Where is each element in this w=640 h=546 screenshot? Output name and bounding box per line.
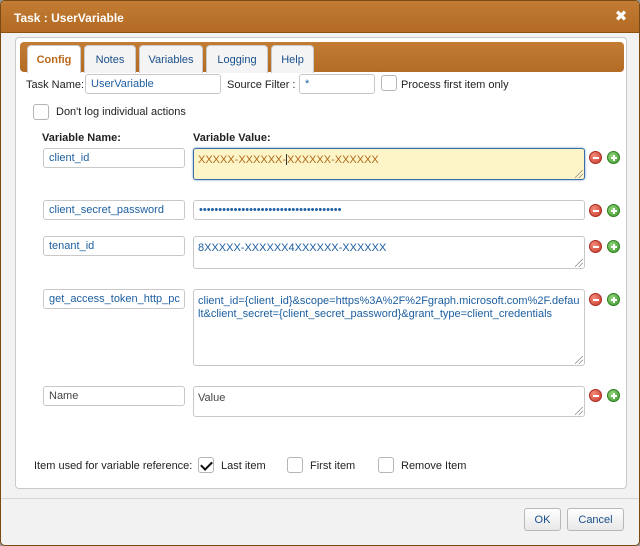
process-first-checkbox[interactable] bbox=[381, 75, 397, 91]
dialog-titlebar[interactable]: Task : UserVariable ✖ bbox=[1, 1, 639, 33]
last-item-checkbox[interactable] bbox=[198, 457, 214, 473]
cancel-button[interactable]: Cancel bbox=[567, 508, 624, 531]
tab-logging[interactable]: Logging bbox=[206, 45, 268, 73]
close-icon[interactable]: ✖ bbox=[613, 7, 629, 25]
resize-grip-icon[interactable] bbox=[575, 259, 583, 267]
add-variable-icon[interactable] bbox=[607, 389, 620, 402]
add-variable-icon[interactable] bbox=[607, 204, 620, 217]
new-variable-name-input[interactable]: Name bbox=[43, 386, 185, 406]
remove-variable-icon[interactable] bbox=[589, 389, 602, 402]
tab-config[interactable]: Config bbox=[27, 45, 81, 73]
source-filter-label: Source Filter : bbox=[227, 79, 296, 91]
variable-value-text: XXXXXX-XXXXXX bbox=[287, 154, 379, 166]
remove-item-checkbox[interactable] bbox=[378, 457, 394, 473]
variable-name-header: Variable Name: bbox=[42, 132, 121, 144]
config-panel: Config Notes Variables Logging Help Task… bbox=[15, 37, 627, 489]
tab-help[interactable]: Help bbox=[271, 45, 314, 73]
variable-value-input[interactable]: client_id={client_id}&scope=https%3A%2F%… bbox=[193, 289, 585, 366]
dialog-title: Task : UserVariable bbox=[14, 11, 124, 25]
remove-variable-icon[interactable] bbox=[589, 293, 602, 306]
tab-strip: Config Notes Variables Logging Help bbox=[20, 42, 624, 73]
reference-label: Item used for variable reference: bbox=[34, 460, 193, 472]
variable-value-text: XXXXX-XXXXXX- bbox=[198, 154, 287, 166]
first-item-label: First item bbox=[310, 460, 356, 472]
variable-name-input[interactable]: tenant_id bbox=[43, 236, 185, 256]
remove-variable-icon[interactable] bbox=[589, 240, 602, 253]
resize-grip-icon[interactable] bbox=[575, 407, 583, 415]
new-variable-value-input[interactable]: Value bbox=[193, 386, 585, 417]
password-value-input[interactable]: ••••••••••••••••••••••••••••••••••••• bbox=[193, 200, 585, 220]
footer-divider bbox=[1, 498, 639, 499]
ok-button[interactable]: OK bbox=[524, 508, 561, 531]
dont-log-checkbox[interactable] bbox=[33, 104, 49, 120]
task-dialog: Task : UserVariable ✖ Config Notes Varia… bbox=[0, 0, 640, 546]
variable-value-input[interactable]: 8XXXXX-XXXXXX4XXXXXX-XXXXXX bbox=[193, 236, 585, 269]
variable-value-header: Variable Value: bbox=[193, 132, 271, 144]
last-item-label: Last item bbox=[221, 460, 266, 472]
variable-value-text: client_id={client_id}&scope=https%3A%2F%… bbox=[198, 295, 580, 320]
resize-grip-icon[interactable] bbox=[575, 356, 583, 364]
variable-value-text: 8XXXXX-XXXXXX4XXXXXX-XXXXXX bbox=[198, 242, 387, 254]
variable-name-input[interactable]: client_id bbox=[43, 148, 185, 168]
add-variable-icon[interactable] bbox=[607, 151, 620, 164]
process-first-label: Process first item only bbox=[401, 79, 509, 91]
tab-notes[interactable]: Notes bbox=[84, 45, 136, 73]
variable-name-input[interactable]: client_secret_password bbox=[43, 200, 185, 220]
variable-value-input[interactable]: XXXXX-XXXXXX-XXXXXX-XXXXXX bbox=[193, 148, 585, 180]
add-variable-icon[interactable] bbox=[607, 293, 620, 306]
variable-value-text: Value bbox=[198, 392, 226, 404]
add-variable-icon[interactable] bbox=[607, 240, 620, 253]
task-name-label: Task Name: bbox=[26, 79, 85, 91]
source-filter-input[interactable]: * bbox=[299, 74, 375, 94]
tab-variables[interactable]: Variables bbox=[139, 45, 203, 73]
remove-variable-icon[interactable] bbox=[589, 204, 602, 217]
remove-variable-icon[interactable] bbox=[589, 151, 602, 164]
first-item-checkbox[interactable] bbox=[287, 457, 303, 473]
remove-item-label: Remove Item bbox=[401, 460, 467, 472]
resize-grip-icon[interactable] bbox=[575, 170, 583, 178]
variable-name-input[interactable]: get_access_token_http_pc bbox=[43, 289, 185, 309]
task-name-input[interactable]: UserVariable bbox=[85, 74, 221, 94]
dont-log-label: Don't log individual actions bbox=[56, 106, 186, 118]
